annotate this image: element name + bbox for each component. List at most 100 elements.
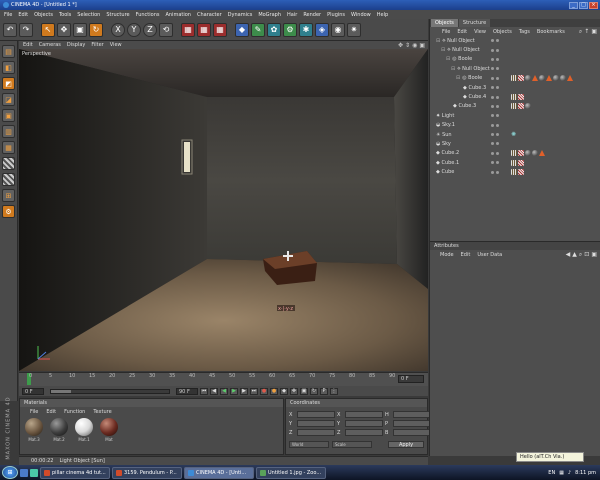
objects-menu-objects[interactable]: Objects	[493, 29, 512, 35]
rot-b-field[interactable]	[393, 429, 431, 436]
menu-edit[interactable]: Edit	[18, 12, 28, 18]
orbit-icon[interactable]: ◉	[412, 42, 417, 49]
texture-tag-icon[interactable]	[511, 169, 517, 176]
parameter-key-icon[interactable]: P	[320, 387, 328, 395]
end-frame-field[interactable]: 90 F	[176, 387, 198, 395]
tree-row[interactable]: ⊟ ⟡ Null Object	[430, 36, 600, 45]
up-icon[interactable]: ↑	[584, 28, 589, 36]
go-to-end-icon[interactable]: ⏭	[250, 387, 258, 395]
play-forward-icon[interactable]: ▶	[230, 387, 238, 395]
menu-tools[interactable]: Tools	[59, 12, 71, 18]
viewport-menu-display[interactable]: Display	[67, 42, 85, 48]
sun-expression-tag-icon[interactable]: ✺	[511, 131, 517, 138]
warning-tag-icon[interactable]	[532, 75, 538, 82]
pos-z-field[interactable]	[297, 429, 335, 436]
render-picture-viewer-icon[interactable]: ▦	[197, 22, 211, 37]
array-icon[interactable]: ⚙	[283, 22, 297, 37]
new-window-icon[interactable]: ▣	[591, 28, 597, 36]
lock-icon[interactable]: ⊡	[584, 251, 589, 259]
viewport-menu-edit[interactable]: Edit	[23, 42, 33, 48]
pos-y-field[interactable]	[297, 420, 335, 427]
menu-file[interactable]: File	[4, 12, 12, 18]
back-arrow-icon[interactable]: ◀	[566, 251, 571, 259]
pos-x-field[interactable]	[297, 411, 335, 418]
viewport-menu-filter[interactable]: Filter	[91, 42, 103, 48]
scale-icon[interactable]: ▣	[73, 22, 87, 37]
tree-row[interactable]: ◒ Sky.1	[430, 121, 600, 130]
keyframe-selection-icon[interactable]: ◆	[280, 387, 288, 395]
tree-row[interactable]: ◆ Cube.2	[430, 149, 600, 158]
tree-row[interactable]: ◆ Cube.3	[430, 102, 600, 111]
menu-structure[interactable]: Structure	[106, 12, 129, 18]
spline-pen-icon[interactable]: ✎	[251, 22, 265, 37]
up-arrow-icon[interactable]: ▲	[572, 251, 577, 259]
expand-icon[interactable]: ⊟	[451, 66, 455, 72]
texture-tag-icon[interactable]	[511, 150, 517, 157]
search-icon[interactable]: ⌕	[579, 28, 582, 36]
tab-objects[interactable]: Objects	[431, 19, 458, 27]
render-settings-icon[interactable]: ▦	[213, 22, 227, 37]
material-tag-icon[interactable]	[553, 75, 559, 82]
uvw-tag-icon[interactable]	[518, 75, 524, 82]
objects-menu-edit[interactable]: Edit	[457, 29, 467, 35]
texture-tag-icon[interactable]	[511, 159, 517, 166]
record-icon[interactable]: ●	[260, 387, 268, 395]
uvw-tag-icon[interactable]	[518, 103, 524, 110]
point-level-icon[interactable]: ⋮	[330, 387, 338, 395]
volume-icon[interactable]: ♪	[568, 470, 571, 476]
coordinate-system-icon[interactable]: ⟲	[159, 22, 173, 37]
material-tag-icon[interactable]	[532, 150, 538, 157]
menu-dynamics[interactable]: Dynamics	[228, 12, 253, 18]
maximize-button[interactable]: □	[579, 1, 588, 9]
position-key-icon[interactable]: ✥	[290, 387, 298, 395]
rot-p-field[interactable]	[393, 420, 431, 427]
tree-row[interactable]: ⊟ ◎ Boole	[430, 74, 600, 83]
tree-row[interactable]: ⊟ ◎ Boole	[430, 55, 600, 64]
coordinate-mode-select[interactable]: World	[289, 441, 329, 448]
size-y-field[interactable]	[345, 420, 383, 427]
start-frame-field[interactable]: 0 F	[22, 387, 44, 395]
taskbar-item[interactable]: pillar cinema 4d tut...	[40, 466, 110, 479]
menu-objects[interactable]: Objects	[34, 12, 53, 18]
autokey-icon[interactable]: ●	[270, 387, 278, 395]
menu-character[interactable]: Character	[197, 12, 222, 18]
taskbar-item[interactable]: CINEMA 4D - [Unti...	[184, 466, 254, 479]
minimize-button[interactable]: _	[569, 1, 578, 9]
warning-tag-icon[interactable]	[539, 150, 545, 157]
expand-icon[interactable]: ⊟	[436, 38, 440, 44]
nurbs-icon[interactable]: ✿	[267, 22, 281, 37]
tree-row[interactable]: ◆ Cube	[430, 167, 600, 176]
edges-mode-icon[interactable]: ▥	[2, 125, 15, 138]
material-tag-icon[interactable]	[525, 150, 531, 157]
snap-icon[interactable]: ⊞	[2, 189, 15, 202]
rotation-key-icon[interactable]: ↻	[310, 387, 318, 395]
search-icon[interactable]: ⌕	[579, 251, 582, 259]
move-icon[interactable]: ✥	[57, 22, 71, 37]
live-selection-icon[interactable]: ↖	[41, 22, 55, 37]
make-editable-icon[interactable]: ▤	[2, 45, 15, 58]
tree-row[interactable]: ✷ Light	[430, 111, 600, 120]
camera-icon[interactable]: ◉	[331, 22, 345, 37]
attributes-menu-user-data[interactable]: User Data	[477, 252, 502, 258]
quick-launch-icon[interactable]	[20, 468, 28, 477]
menu-render[interactable]: Render	[303, 12, 321, 18]
expand-icon[interactable]: ⊟	[446, 56, 450, 62]
points-mode-icon[interactable]: ▣	[2, 109, 15, 122]
texture-tag-icon[interactable]	[511, 103, 517, 110]
tree-row[interactable]: ◆ Cube.3	[430, 83, 600, 92]
viewport-menu-view[interactable]: View	[110, 42, 122, 48]
menu-plugins[interactable]: Plugins	[327, 12, 345, 18]
size-z-field[interactable]	[345, 429, 383, 436]
go-to-start-icon[interactable]: ⏮	[200, 387, 208, 395]
polygons-mode-icon[interactable]: ▦	[2, 141, 15, 154]
objects-menu-view[interactable]: View	[474, 29, 486, 35]
material-item[interactable]: Mat	[99, 418, 119, 442]
material-item[interactable]: Mat.1	[74, 418, 94, 442]
warning-tag-icon[interactable]	[546, 75, 552, 82]
attributes-menu-mode[interactable]: Mode	[440, 252, 454, 258]
material-tag-icon[interactable]	[525, 103, 531, 110]
tree-row[interactable]: ⊟ ⟡ Null Object	[430, 64, 600, 73]
deformer-icon[interactable]: ✱	[299, 22, 313, 37]
x-axis-icon[interactable]: X	[111, 22, 125, 37]
materials-menu-edit[interactable]: Edit	[46, 409, 56, 415]
